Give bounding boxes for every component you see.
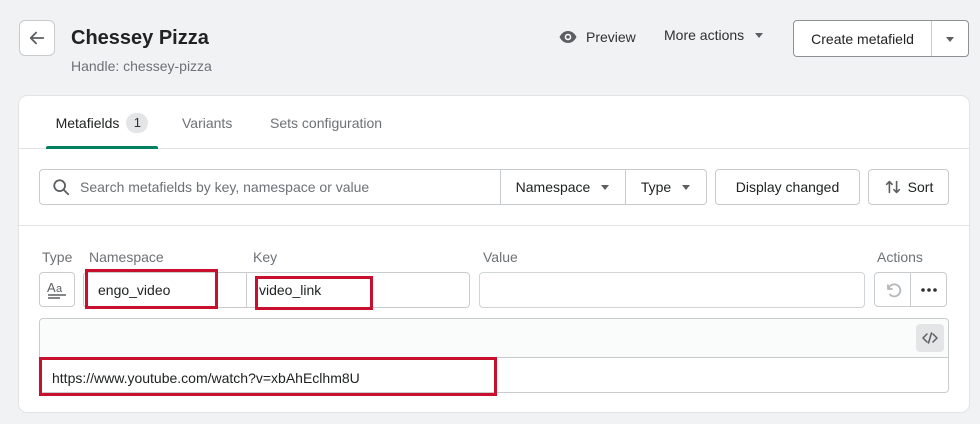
page-title: Chessey Pizza	[71, 27, 209, 49]
back-button[interactable]	[19, 20, 55, 56]
column-header-namespace: Namespace	[89, 249, 164, 265]
tab-metafields[interactable]: Metafields 1	[46, 96, 158, 149]
create-metafield-button[interactable]: Create metafield	[794, 21, 931, 56]
caret-down-icon	[755, 33, 764, 38]
editor-content[interactable]: https://www.youtube.com/watch?v=xbAhEclh…	[40, 358, 948, 386]
column-header-actions: Actions	[877, 249, 923, 265]
value-editor: https://www.youtube.com/watch?v=xbAhEclh…	[39, 318, 949, 393]
metafields-card: Metafields 1 Variants Sets configuration…	[19, 96, 969, 412]
eye-icon	[559, 31, 577, 43]
create-metafield-group: Create metafield	[793, 20, 969, 57]
namespace-filter[interactable]: Namespace	[501, 170, 626, 204]
tab-label: Sets configuration	[270, 114, 383, 131]
divider	[19, 225, 969, 226]
more-actions-button[interactable]: More actions	[664, 27, 764, 43]
tabs: Metafields 1 Variants Sets configuration	[19, 96, 969, 149]
column-header-type: Type	[42, 249, 73, 265]
caret-down-icon	[946, 36, 954, 42]
more-options-button[interactable]	[910, 272, 947, 307]
svg-text:A: A	[47, 280, 56, 295]
tab-label: Variants	[182, 114, 233, 131]
column-header-value: Value	[483, 249, 518, 265]
type-button[interactable]: A a	[39, 272, 75, 307]
namespace-filter-label: Namespace	[515, 179, 591, 195]
sort-button[interactable]: Sort	[868, 169, 949, 205]
type-filter[interactable]: Type	[626, 170, 706, 204]
caret-down-icon	[601, 185, 610, 190]
preview-label: Preview	[586, 29, 636, 45]
code-view-button[interactable]	[916, 324, 944, 352]
key-field[interactable]: video_link	[247, 272, 470, 308]
undo-icon	[886, 282, 901, 297]
caret-down-icon	[682, 185, 691, 190]
editor-toolbar	[40, 319, 948, 358]
ellipsis-icon	[920, 287, 937, 292]
search-box	[40, 170, 501, 204]
arrow-left-icon	[29, 31, 45, 45]
page-subtitle: Handle: chessey-pizza	[71, 58, 212, 74]
create-metafield-menu-button[interactable]	[931, 21, 968, 56]
preview-button[interactable]: Preview	[558, 27, 636, 47]
svg-text:a: a	[56, 283, 63, 295]
search-input[interactable]	[80, 179, 480, 195]
value-field[interactable]	[479, 272, 865, 308]
undo-button[interactable]	[874, 272, 911, 307]
tab-count-badge: 1	[126, 112, 149, 133]
sort-icon	[885, 180, 900, 194]
search-icon	[53, 179, 70, 196]
text-type-icon: A a	[47, 280, 66, 299]
tab-sets-configuration[interactable]: Sets configuration	[270, 96, 382, 149]
column-header-key: Key	[253, 249, 278, 265]
type-filter-label: Type	[640, 179, 672, 195]
more-actions-label: More actions	[664, 27, 745, 43]
sort-label: Sort	[907, 179, 934, 195]
display-changed-button[interactable]: Display changed	[715, 169, 860, 205]
tab-variants[interactable]: Variants	[182, 96, 232, 149]
code-icon	[922, 332, 938, 344]
filter-bar: Namespace Type	[39, 169, 707, 205]
namespace-field[interactable]: engo_video	[83, 272, 247, 308]
tab-label: Metafields	[55, 114, 120, 131]
